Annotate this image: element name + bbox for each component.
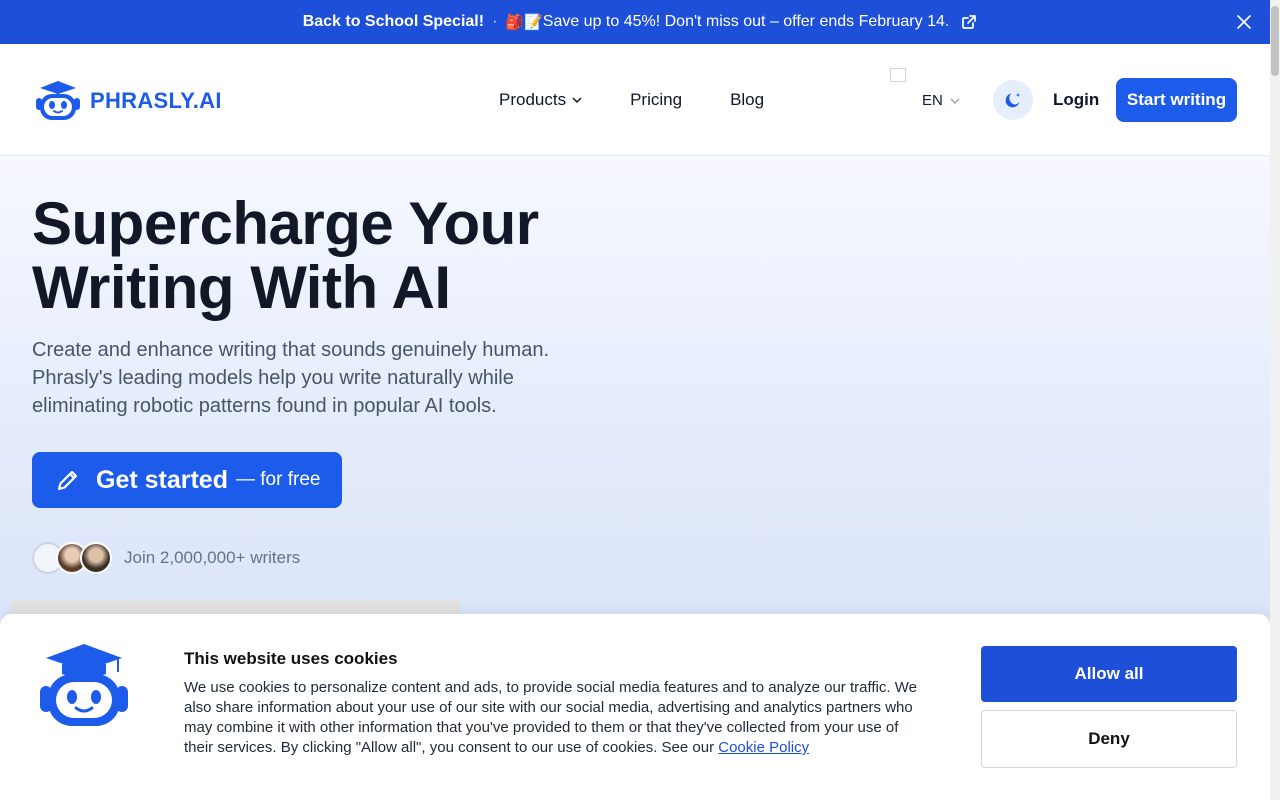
nav-blog[interactable]: Blog [730, 90, 764, 110]
external-link-icon[interactable] [961, 14, 977, 30]
site-header: PHRASLY.AI Products Pricing Blog EN Logi… [0, 44, 1270, 156]
cookie-text: We use cookies to personalize content an… [184, 678, 924, 758]
cta-main-label: Get started [96, 465, 228, 494]
cookie-title: This website uses cookies [184, 649, 398, 668]
scrollbar[interactable] [1270, 0, 1280, 800]
logo[interactable]: PHRASLY.AI [32, 80, 222, 122]
cta-suffix-label: — for free [235, 469, 321, 490]
allow-all-button[interactable]: Allow all [981, 646, 1237, 702]
promo-title[interactable]: Back to School Special! [303, 13, 484, 31]
promo-separator: · [492, 13, 498, 30]
chevron-down-icon [572, 97, 582, 103]
robot-logo-icon [36, 81, 80, 120]
nav-pricing-label: Pricing [630, 90, 683, 109]
nav-products-label: Products [499, 90, 567, 109]
cookie-banner: This website uses cookies We use cookies… [0, 614, 1270, 800]
hero-subtitle: Create and enhance writing that sounds g… [32, 339, 550, 417]
nav-blog-label: Blog [730, 90, 765, 109]
chevron-down-icon [950, 98, 960, 104]
hero-headline-line2: Writing With AI [32, 254, 451, 321]
start-writing-button[interactable]: Start writing [1116, 78, 1237, 122]
login-link[interactable]: Login [1053, 90, 1099, 110]
language-code: EN [922, 92, 943, 109]
robot-mascot-icon [40, 644, 128, 726]
promo-text[interactable]: Save up to 45%! Don't miss out – offer e… [543, 13, 950, 31]
get-started-button[interactable]: Get started — for free [32, 452, 342, 508]
nav-products[interactable]: Products [499, 90, 582, 110]
main-nav: Products Pricing Blog [499, 90, 764, 110]
hero-headline: Supercharge Your Writing With AI [32, 192, 592, 320]
promo-banner: Back to School Special! · 🎒📝 Save up to … [0, 0, 1280, 44]
flag-icon [890, 68, 906, 82]
social-proof-text: Join 2,000,000+ writers [124, 548, 301, 567]
social-proof: Join 2,000,000+ writers [32, 542, 300, 574]
nav-pricing[interactable]: Pricing [630, 90, 682, 110]
close-icon[interactable] [1236, 14, 1252, 30]
promo-emojis: 🎒📝 [505, 14, 543, 31]
cookie-policy-link[interactable]: Cookie Policy [718, 739, 809, 756]
moon-icon [1005, 93, 1020, 108]
deny-button[interactable]: Deny [981, 710, 1237, 768]
theme-toggle-button[interactable] [993, 80, 1033, 120]
hero-headline-line1: Supercharge Your [32, 190, 539, 257]
pencil-icon [57, 470, 78, 491]
scrollbar-thumb[interactable] [1271, 6, 1279, 76]
avatar [80, 542, 112, 574]
logo-text: PHRASLY.AI [90, 88, 222, 113]
